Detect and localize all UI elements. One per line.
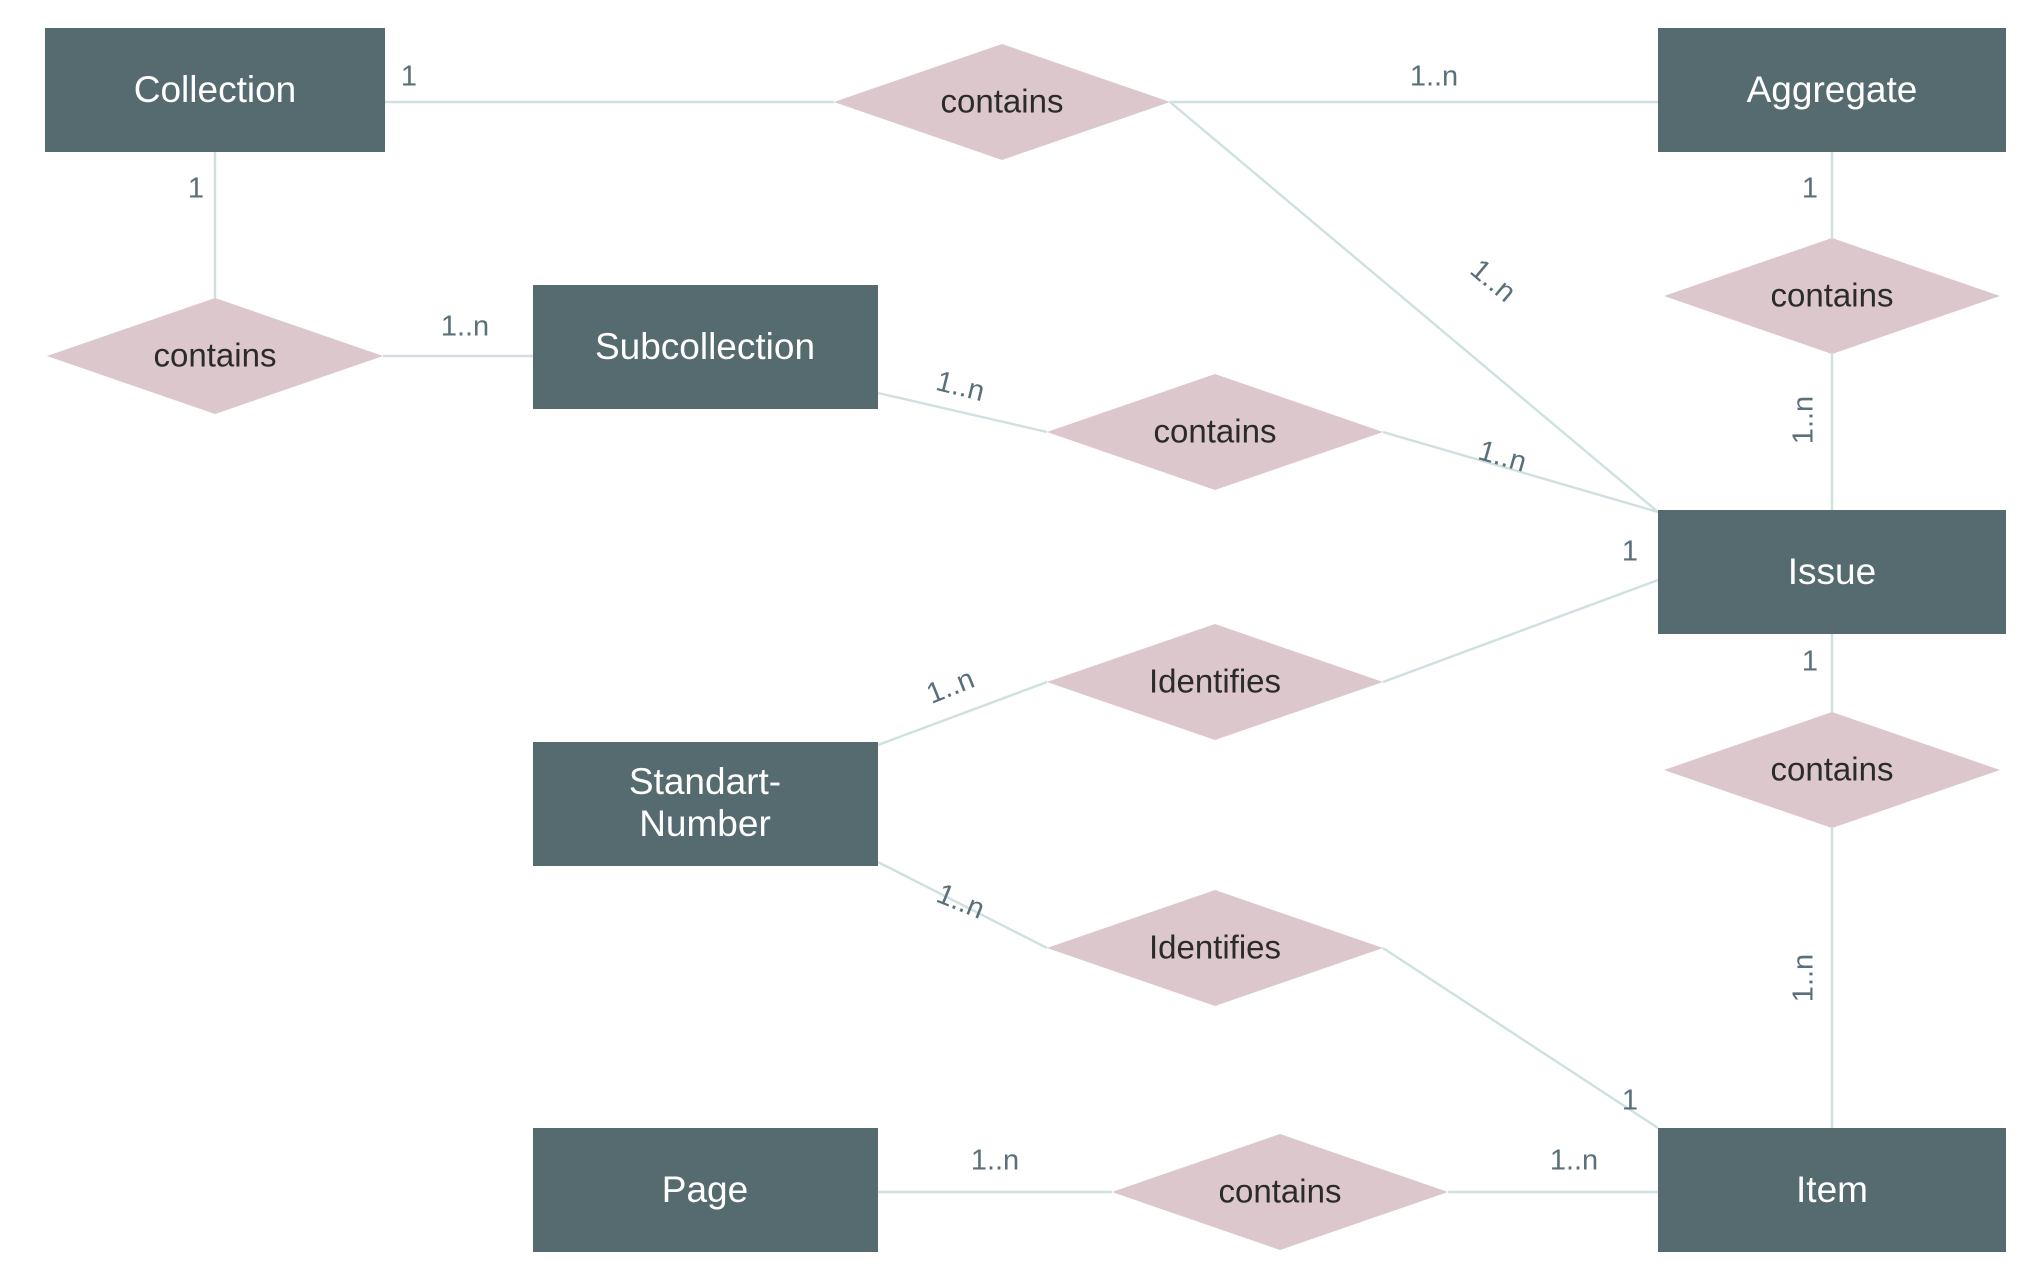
entity-subcollection[interactable]: Subcollection	[533, 285, 878, 409]
cardinality-label: 1..n	[971, 1145, 1019, 1177]
cardinality-label: 1..n	[932, 878, 989, 926]
cardinality-label: 1..n	[1464, 253, 1522, 309]
entity-label-line1: Standart-	[629, 761, 781, 802]
cardinality-label: 1..n	[1788, 396, 1820, 444]
entity-issue[interactable]: Issue	[1658, 510, 2006, 634]
entity-layer: Collection Aggregate Subcollection Issue…	[45, 28, 2006, 1252]
connector-layer	[213, 100, 1834, 1194]
cardinality-label: 1	[1802, 646, 1818, 678]
connector-identifies-item	[1382, 946, 1659, 1130]
entity-page[interactable]: Page	[533, 1128, 878, 1252]
entity-label: Aggregate	[1747, 69, 1918, 110]
relationship-contains-subcollection-issue[interactable]: contains	[1047, 374, 1383, 490]
relationship-label: contains	[941, 83, 1064, 120]
entity-label: Issue	[1788, 551, 1876, 592]
entity-label-line2: Number	[639, 803, 771, 844]
relationship-contains-page-item[interactable]: contains	[1112, 1134, 1448, 1250]
relationship-contains-issue-item[interactable]: contains	[1664, 712, 2000, 828]
connector-identifies-issue	[1382, 578, 1659, 684]
cardinality-label: 1..n	[922, 663, 979, 711]
cardinality-label: 1	[1622, 1085, 1638, 1117]
entity-aggregate[interactable]: Aggregate	[1658, 28, 2006, 152]
relationship-identifies-standart-issue[interactable]: Identifies	[1047, 624, 1383, 740]
entity-item[interactable]: Item	[1658, 1128, 2006, 1252]
relationship-label: contains	[154, 337, 277, 374]
cardinality-layer: 1 1..n 1..n 1 1..n 1 1..n 1..n 1..n 1 1.…	[188, 61, 1820, 1177]
cardinality-label: 1..n	[1788, 954, 1820, 1002]
relationship-label: contains	[1771, 751, 1894, 788]
cardinality-label: 1..n	[933, 365, 988, 408]
entity-label: Subcollection	[595, 326, 815, 367]
er-diagram-canvas: contains contains contains contains Iden…	[0, 0, 2034, 1284]
cardinality-label: 1..n	[1550, 1145, 1598, 1177]
entity-standart-number[interactable]: Standart- Number	[533, 742, 878, 866]
entity-label: Collection	[134, 69, 296, 110]
relationship-layer: contains contains contains contains Iden…	[47, 44, 2000, 1250]
cardinality-label: 1..n	[441, 311, 489, 343]
cardinality-label: 1	[401, 61, 417, 93]
cardinality-label: 1..n	[1410, 61, 1458, 93]
cardinality-label: 1	[1622, 536, 1638, 568]
relationship-label: Identifies	[1149, 929, 1281, 966]
entity-collection[interactable]: Collection	[45, 28, 385, 152]
relationship-label: contains	[1771, 277, 1894, 314]
relationship-label: contains	[1154, 413, 1277, 450]
cardinality-label: 1..n	[1475, 435, 1530, 479]
relationship-contains-collection-subcollection[interactable]: contains	[47, 298, 383, 414]
relationship-contains-collection-aggregate[interactable]: contains	[834, 44, 1170, 160]
relationship-contains-aggregate-issue[interactable]: contains	[1664, 238, 2000, 354]
entity-label: Page	[662, 1169, 748, 1210]
cardinality-label: 1	[1802, 173, 1818, 205]
relationship-identifies-standart-item[interactable]: Identifies	[1047, 890, 1383, 1006]
relationship-label: contains	[1219, 1173, 1342, 1210]
relationship-label: Identifies	[1149, 663, 1281, 700]
entity-label: Item	[1796, 1169, 1868, 1210]
cardinality-label: 1	[188, 173, 204, 205]
